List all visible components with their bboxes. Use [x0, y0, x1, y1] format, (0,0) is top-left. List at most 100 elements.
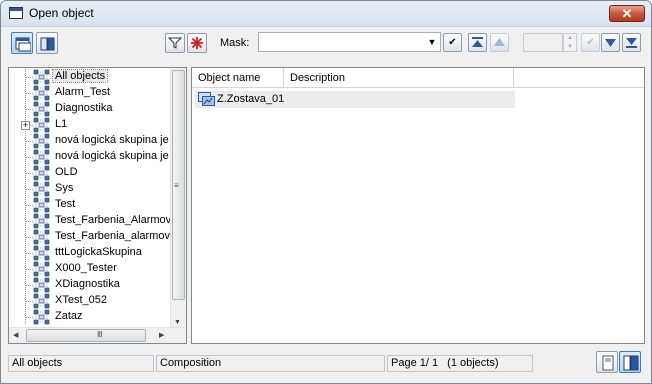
status-count: (1 objects): [447, 357, 499, 369]
tree-item-label: Zataz: [55, 310, 83, 322]
close-button[interactable]: ✕: [609, 5, 645, 22]
window-icon: [9, 7, 23, 19]
last-page-button[interactable]: [622, 33, 641, 52]
open-book-button[interactable]: [36, 32, 58, 54]
status-bar: All objects Composition Page 1/ 1 (1 obj…: [1, 351, 651, 381]
tree-item[interactable]: OLD: [9, 165, 172, 181]
status-page-info: Page 1/ 1 (1 objects): [387, 355, 533, 372]
filter-icon: [168, 37, 182, 49]
mask-dropdown-icon[interactable]: ▼: [424, 33, 440, 51]
spin-up-icon[interactable]: ▲: [564, 34, 576, 43]
tree-item-label: L1: [55, 118, 68, 130]
go-to-page-button[interactable]: ✔: [581, 33, 600, 52]
logical-group-icon: [33, 69, 51, 85]
book-icon: [40, 37, 55, 51]
tree-item-label: OLD: [55, 166, 78, 178]
scroll-right-icon[interactable]: ▶: [159, 331, 164, 339]
last-page-icon: [626, 38, 637, 48]
spin-down-icon[interactable]: ▼: [564, 43, 576, 52]
mask-input[interactable]: [258, 32, 441, 52]
logical-group-icon: [33, 101, 51, 117]
tree-item[interactable]: nová logická skupina je: [9, 133, 172, 149]
tree-item[interactable]: nová logická skupina je: [9, 149, 172, 165]
scroll-left-icon[interactable]: ◀: [13, 331, 18, 339]
title-bar: Open object ✕: [1, 1, 651, 27]
tree-item-label: Diagnostika: [55, 102, 113, 114]
checkmark-icon: ✔: [586, 37, 595, 48]
split-view-button[interactable]: [619, 351, 641, 373]
logical-group-icon: [33, 229, 51, 245]
checkmark-icon: ✔: [448, 37, 457, 48]
logical-group-icon: [33, 197, 51, 213]
tree-item[interactable]: X000_Tester: [9, 261, 172, 277]
tree-item[interactable]: + L1: [9, 117, 172, 133]
tree-item[interactable]: XDiagnostika: [9, 277, 172, 293]
list-view-button[interactable]: [11, 32, 33, 54]
scroll-down-icon[interactable]: ▼: [174, 319, 181, 326]
logical-group-icon: [33, 165, 51, 181]
tree-horizontal-scrollbar[interactable]: ◀ Ⅲ ▶: [9, 327, 186, 343]
clear-filter-button[interactable]: [187, 33, 207, 53]
status-page: Page 1/ 1: [391, 357, 439, 369]
mask-label: Mask:: [220, 37, 250, 49]
first-page-button[interactable]: [468, 33, 487, 52]
tree-item[interactable]: Test: [9, 197, 172, 213]
tree-item[interactable]: All objects: [9, 69, 172, 85]
group-tree: All objects Alarm_Test Diagnostika + L1 nová …: [8, 67, 187, 344]
tree-item[interactable]: Test_Farbenia_Alarmov_: [9, 213, 172, 229]
expand-icon[interactable]: +: [21, 121, 30, 130]
logical-group-icon: [33, 133, 51, 149]
tree-item-label: nová logická skupina je: [55, 150, 169, 162]
tree-item[interactable]: Sys: [9, 181, 172, 197]
tree-item[interactable]: XTest_052: [9, 293, 172, 309]
asterisk-icon: [191, 37, 203, 49]
page-number-field[interactable]: [523, 33, 563, 52]
logical-group-icon: [33, 277, 51, 293]
tree-item-label: Test_Farbenia_alarmov1: [55, 230, 172, 242]
logical-group-icon: [33, 85, 51, 101]
tree-item-label: Test: [55, 198, 76, 210]
single-panel-icon: [602, 355, 614, 371]
table-row[interactable]: Z.Zostava_01: [195, 91, 515, 108]
tree-item-label: Sys: [55, 182, 74, 194]
tree-item-label: Test_Farbenia_Alarmov_: [55, 214, 172, 226]
tree-item-label: tttLogickaSkupina: [55, 246, 142, 258]
scroll-thumb[interactable]: Ⅲ: [26, 329, 146, 342]
tree-item[interactable]: Zataz: [9, 309, 172, 325]
apply-mask-button[interactable]: ✔: [443, 33, 462, 52]
toolbar: Mask: ▼ ✔ ▲ ▼ ✔: [1, 28, 651, 58]
filter-button[interactable]: [165, 33, 185, 53]
tree-item-label: X000_Tester: [55, 262, 117, 274]
column-header-object-name[interactable]: Object name: [192, 68, 284, 88]
previous-page-button[interactable]: [490, 33, 509, 52]
tree-list: All objects Alarm_Test Diagnostika + L1 nová …: [9, 68, 172, 328]
page-spinner[interactable]: ▲ ▼: [563, 33, 577, 52]
split-panel-icon: [623, 355, 639, 371]
tree-item-label: XDiagnostika: [55, 278, 120, 290]
tree-item[interactable]: tttLogickaSkupina: [9, 245, 172, 261]
tree-vertical-scrollbar[interactable]: ≡ ▼: [170, 68, 186, 328]
logical-group-icon: [33, 213, 51, 229]
tree-item[interactable]: Test_Farbenia_alarmov1: [9, 229, 172, 245]
logical-group-icon: [33, 261, 51, 277]
tree-item-label: Alarm_Test: [55, 86, 111, 98]
logical-group-icon: [33, 309, 51, 325]
tree-item[interactable]: Alarm_Test: [9, 85, 172, 101]
grip-icon: Ⅲ: [97, 330, 103, 339]
tree-item-label: nová logická skupina je: [55, 134, 169, 146]
window-title: Open object: [29, 6, 94, 20]
single-column-view-button[interactable]: [596, 351, 618, 373]
grip-icon: ≡: [174, 181, 179, 190]
object-list: Object name Description Z.Zostava_01: [191, 67, 645, 344]
composition-icon: [198, 92, 215, 106]
previous-page-icon: [494, 38, 505, 46]
tree-item-label: XTest_052: [55, 294, 107, 306]
open-object-dialog: Open object ✕ Mask: ▼ ✔ ▲ ▼ ✔ All object…: [0, 0, 652, 384]
next-page-button[interactable]: [601, 33, 620, 52]
tree-item[interactable]: Diagnostika: [9, 101, 172, 117]
logical-group-icon: [33, 117, 51, 133]
window-list-icon: [15, 37, 31, 52]
list-header: Object name Description: [192, 68, 644, 88]
column-header-description[interactable]: Description: [284, 68, 514, 88]
logical-group-icon: [33, 245, 51, 261]
